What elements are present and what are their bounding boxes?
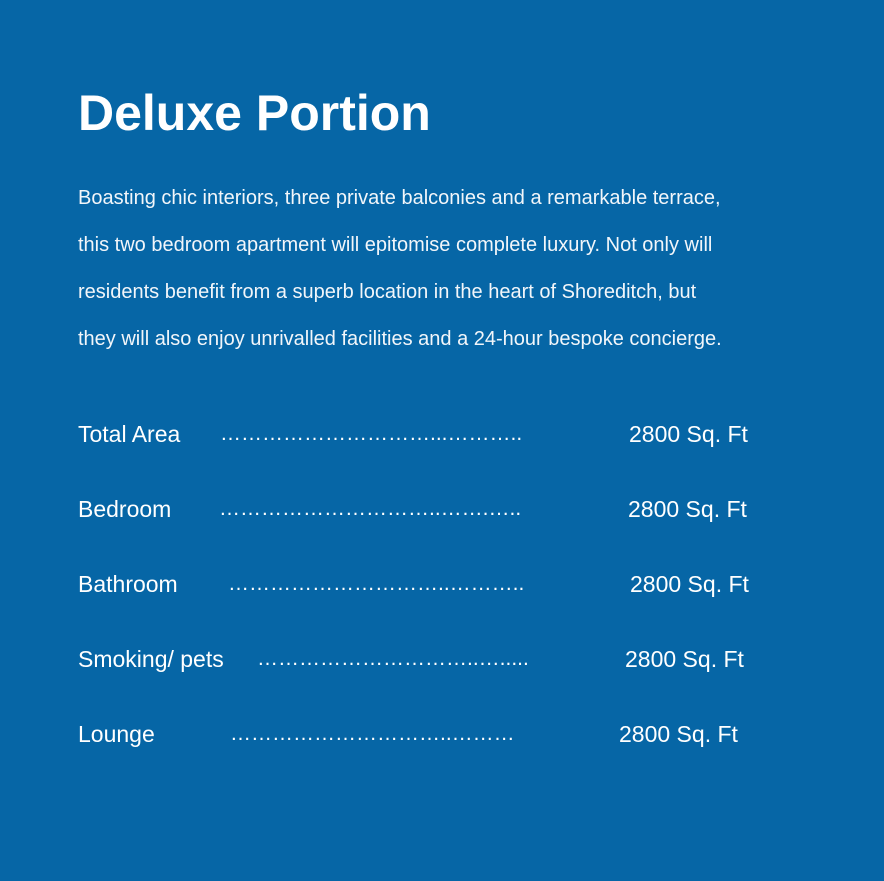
spec-leader-dots: …………………………..……… (230, 722, 515, 745)
apartment-info-panel: Deluxe Portion Boasting chic interiors, … (0, 0, 884, 881)
spec-row-bedroom: Bedroom …………………………..…….….. 2800 Sq. Ft (78, 494, 798, 524)
spec-label: Bathroom (78, 571, 178, 597)
spec-label: Bedroom (78, 496, 172, 522)
spec-value: 2800 Sq. Ft (628, 496, 747, 522)
spec-leader-dots: …………………………...……….. (220, 422, 523, 445)
spec-row-total-area: Total Area …………………………...……….. 2800 Sq. F… (78, 419, 798, 449)
spec-leader-dots: …………………………..……….. (228, 572, 525, 595)
spec-label: Smoking/ pets (78, 646, 224, 672)
spec-value: 2800 Sq. Ft (619, 721, 738, 747)
description: Boasting chic interiors, three private b… (78, 180, 808, 368)
spec-value: 2800 Sq. Ft (625, 646, 744, 672)
spec-row-smoking-pets: Smoking/ pets …………………………..…..... 2800 Sq… (78, 644, 798, 674)
spec-label: Total Area (78, 421, 181, 447)
spec-leader-dots: …………………………..…..... (257, 647, 529, 670)
spec-leader-dots: …………………………..…….….. (219, 497, 522, 520)
description-line: residents benefit from a superb location… (78, 281, 697, 303)
spec-label: Lounge (78, 721, 155, 747)
page-title: Deluxe Portion (78, 85, 431, 141)
spec-value: 2800 Sq. Ft (629, 421, 748, 447)
spec-value: 2800 Sq. Ft (630, 571, 749, 597)
spec-row-lounge: Lounge …………………………..……… 2800 Sq. Ft (78, 719, 798, 749)
description-line: this two bedroom apartment will epitomis… (78, 234, 713, 256)
description-line: Boasting chic interiors, three private b… (78, 187, 721, 209)
spec-row-bathroom: Bathroom …………………………..……….. 2800 Sq. Ft (78, 569, 798, 599)
description-line: they will also enjoy unrivalled faciliti… (78, 328, 722, 350)
